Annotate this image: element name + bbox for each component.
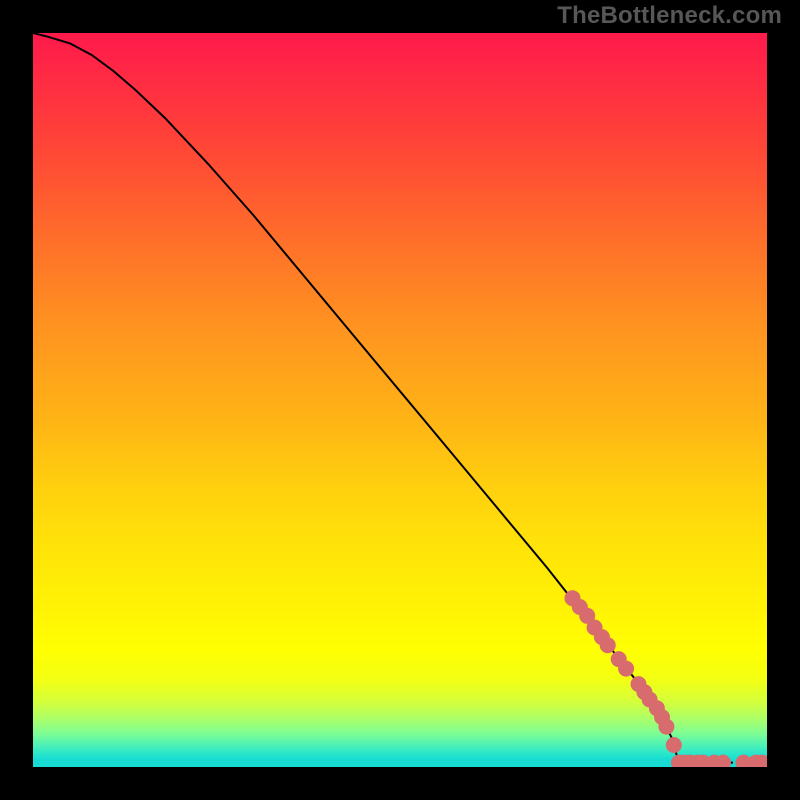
plot-area — [33, 33, 767, 767]
data-marker — [658, 719, 674, 735]
chart-svg — [33, 33, 767, 767]
data-marker — [600, 637, 616, 653]
markers-group — [565, 590, 768, 767]
data-marker — [666, 737, 682, 753]
data-marker — [618, 661, 634, 677]
curve-line — [33, 33, 679, 763]
chart-frame: TheBottleneck.com — [0, 0, 800, 800]
watermark-text: TheBottleneck.com — [557, 2, 782, 30]
